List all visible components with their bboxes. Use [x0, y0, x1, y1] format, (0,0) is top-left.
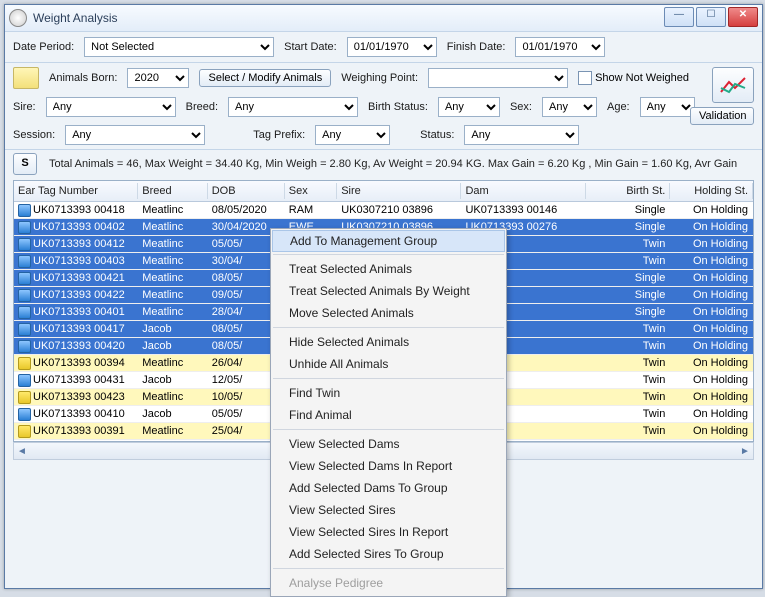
tag-icon: [18, 272, 31, 285]
finish-date-select[interactable]: 01/01/1970: [515, 37, 605, 57]
birth-status-label: Birth Status:: [368, 101, 428, 113]
app-icon: [9, 9, 27, 27]
context-menu: Add To Management Group Treat Selected A…: [270, 228, 507, 597]
show-not-weighed-label: Show Not Weighed: [595, 72, 689, 84]
summary-text: Total Animals = 46, Max Weight = 34.40 K…: [43, 155, 743, 173]
col-birth-st[interactable]: Birth St.: [586, 183, 671, 199]
menu-view-selected-sires[interactable]: View Selected Sires: [271, 499, 506, 521]
sex-select[interactable]: Any: [542, 97, 597, 117]
finish-date-label: Finish Date:: [447, 41, 506, 53]
tag-icon: [18, 391, 31, 404]
start-date-select[interactable]: 01/01/1970: [347, 37, 437, 57]
s-button[interactable]: S: [13, 153, 37, 175]
menu-view-selected-dams-report[interactable]: View Selected Dams In Report: [271, 455, 506, 477]
status-select[interactable]: Any: [464, 125, 579, 145]
tag-icon: [18, 306, 31, 319]
tag-icon: [18, 255, 31, 268]
menu-add-selected-dams-group[interactable]: Add Selected Dams To Group: [271, 477, 506, 499]
birth-status-select[interactable]: Any: [438, 97, 500, 117]
col-dob[interactable]: DOB: [208, 183, 285, 199]
start-date-label: Start Date:: [284, 41, 337, 53]
menu-treat-selected-by-weight[interactable]: Treat Selected Animals By Weight: [271, 280, 506, 302]
titlebar[interactable]: Weight Analysis — ☐ ✕: [5, 5, 762, 32]
menu-move-selected[interactable]: Move Selected Animals: [271, 302, 506, 324]
tag-icon: [18, 238, 31, 251]
validation-button[interactable]: Validation: [690, 107, 754, 125]
col-sex[interactable]: Sex: [285, 183, 337, 199]
tag-prefix-label: Tag Prefix:: [253, 129, 305, 141]
tag-prefix-select[interactable]: Any: [315, 125, 390, 145]
age-label: Age:: [607, 101, 630, 113]
select-modify-button[interactable]: Select / Modify Animals: [199, 69, 331, 87]
tag-icon: [18, 340, 31, 353]
col-breed[interactable]: Breed: [138, 183, 207, 199]
minimize-button[interactable]: —: [664, 7, 694, 27]
weighing-point-label: Weighing Point:: [341, 72, 418, 84]
tag-icon: [18, 323, 31, 336]
menu-add-selected-sires-group[interactable]: Add Selected Sires To Group: [271, 543, 506, 565]
show-not-weighed-checkbox[interactable]: Show Not Weighed: [578, 71, 689, 85]
chart-icon: [719, 74, 747, 96]
animals-icon: [13, 67, 39, 89]
col-dam[interactable]: Dam: [461, 183, 585, 199]
col-sire[interactable]: Sire: [337, 183, 461, 199]
sire-select[interactable]: Any: [46, 97, 176, 117]
menu-treat-selected[interactable]: Treat Selected Animals: [271, 258, 506, 280]
scroll-left-icon[interactable]: ◄: [14, 446, 30, 457]
table-row[interactable]: UK0713393 00418Meatlinc08/05/2020RAMUK03…: [14, 202, 753, 219]
animals-born-select[interactable]: 2020: [127, 68, 189, 88]
chart-button[interactable]: [712, 67, 754, 103]
menu-view-selected-dams[interactable]: View Selected Dams: [271, 433, 506, 455]
grid-header[interactable]: Ear Tag Number Breed DOB Sex Sire Dam Bi…: [14, 181, 753, 202]
animals-born-label: Animals Born:: [49, 72, 117, 84]
tag-icon: [18, 221, 31, 234]
close-button[interactable]: ✕: [728, 7, 758, 27]
tag-icon: [18, 374, 31, 387]
session-label: Session:: [13, 129, 55, 141]
menu-unhide-all[interactable]: Unhide All Animals: [271, 353, 506, 375]
tag-icon: [18, 408, 31, 421]
age-select[interactable]: Any: [640, 97, 695, 117]
menu-hide-selected[interactable]: Hide Selected Animals: [271, 331, 506, 353]
breed-label: Breed:: [186, 101, 218, 113]
session-select[interactable]: Any: [65, 125, 205, 145]
menu-add-to-management-group[interactable]: Add To Management Group: [272, 230, 505, 252]
menu-find-twin[interactable]: Find Twin: [271, 382, 506, 404]
col-holding-st[interactable]: Holding St.: [670, 183, 753, 199]
tag-icon: [18, 425, 31, 438]
maximize-button[interactable]: ☐: [696, 7, 726, 27]
menu-find-animal[interactable]: Find Animal: [271, 404, 506, 426]
status-label: Status:: [420, 129, 454, 141]
menu-view-selected-sires-report[interactable]: View Selected Sires In Report: [271, 521, 506, 543]
date-period-select[interactable]: Not Selected: [84, 37, 274, 57]
sire-label: Sire:: [13, 101, 36, 113]
weighing-point-select[interactable]: [428, 68, 568, 88]
tag-icon: [18, 357, 31, 370]
weight-analysis-window: Weight Analysis — ☐ ✕ Date Period: Not S…: [4, 4, 763, 589]
sex-label: Sex:: [510, 101, 532, 113]
window-title: Weight Analysis: [33, 11, 118, 25]
tag-icon: [18, 289, 31, 302]
col-ear-tag[interactable]: Ear Tag Number: [14, 183, 138, 199]
breed-select[interactable]: Any: [228, 97, 358, 117]
tag-icon: [18, 204, 31, 217]
scroll-right-icon[interactable]: ►: [737, 446, 753, 457]
date-period-label: Date Period:: [13, 41, 74, 53]
